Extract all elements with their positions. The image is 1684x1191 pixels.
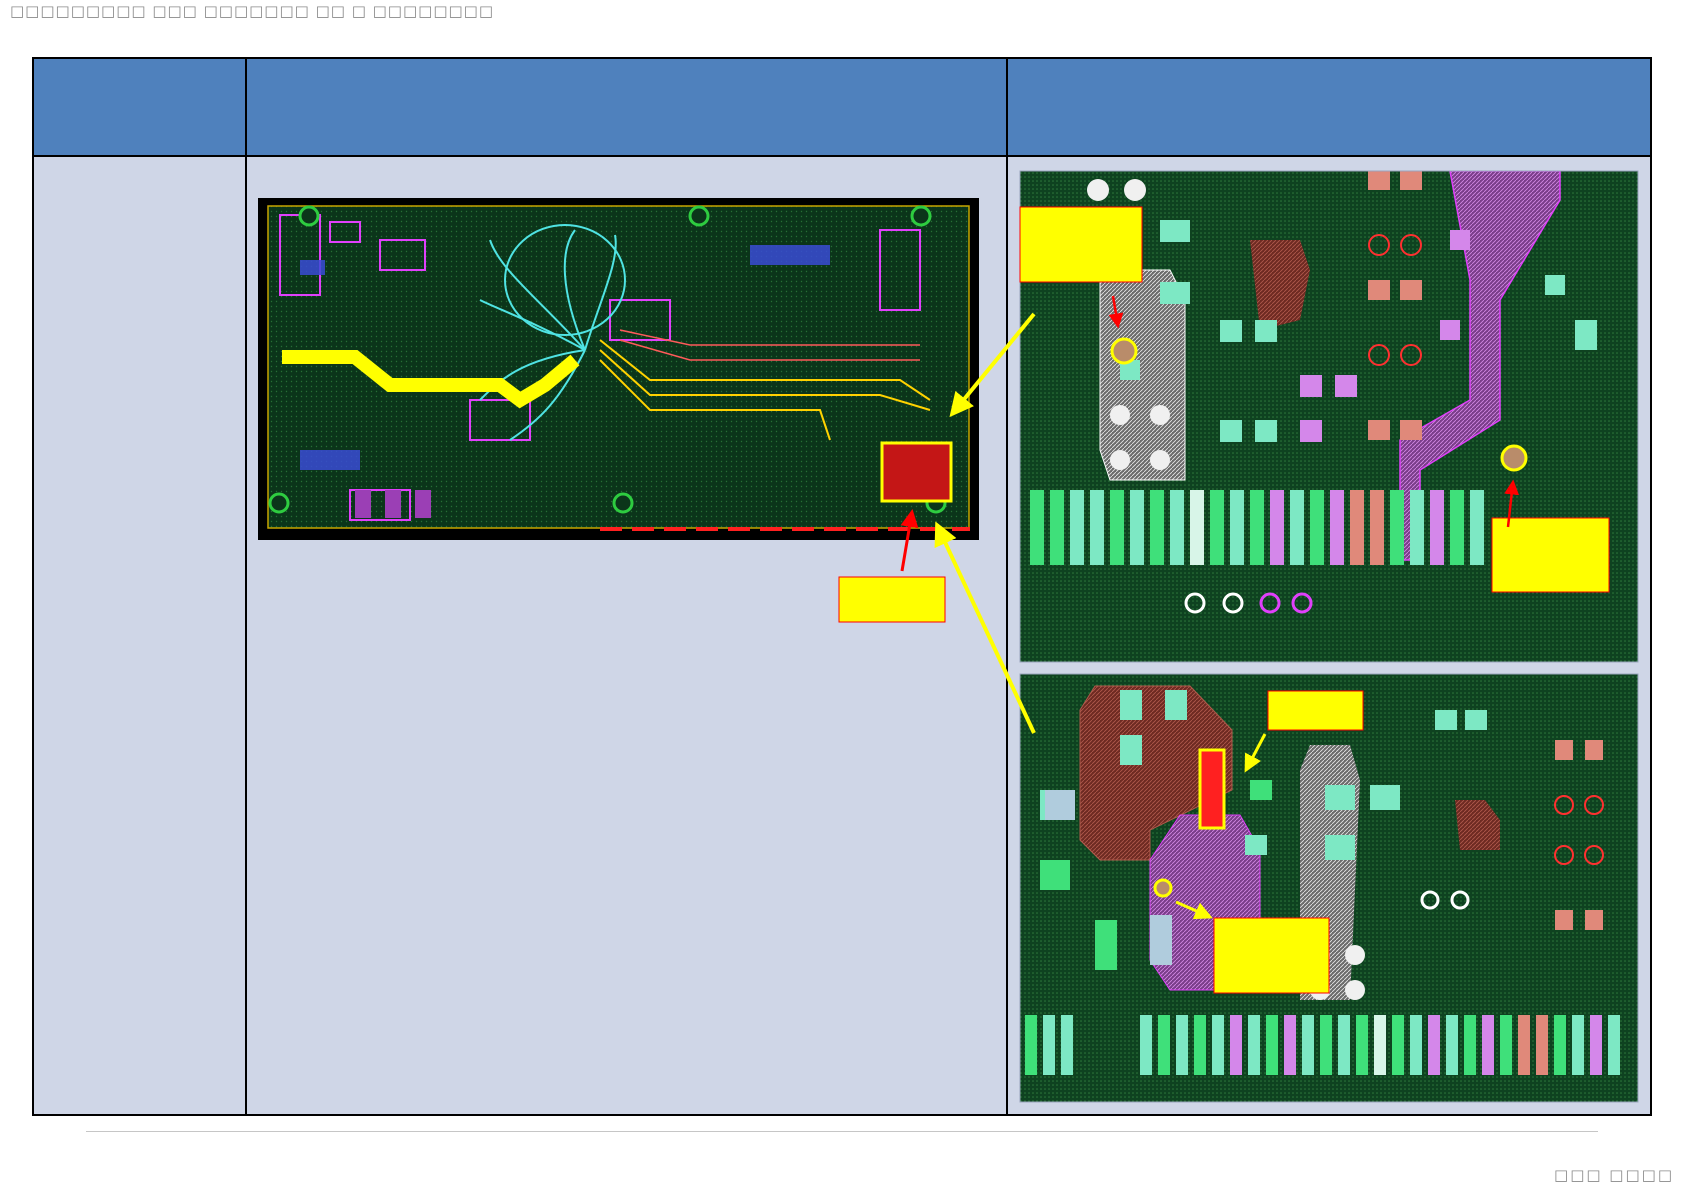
board-callout-label-box xyxy=(838,576,946,623)
pcb-board-overview-image xyxy=(258,198,979,540)
page-number: □□□ □□□□ xyxy=(1554,1166,1674,1184)
top-highlight-circle-left xyxy=(1110,337,1138,365)
zoom-link-arrow-bottom xyxy=(934,521,1036,734)
pcb-zoom-bottom-image xyxy=(1020,674,1638,1102)
pcb-figure-overlay xyxy=(258,170,1639,1103)
top-highlight-circle-right xyxy=(1500,444,1528,472)
top-left-callout-box xyxy=(1019,206,1143,283)
board-highlight-box xyxy=(880,441,953,503)
bottom-highlight-component xyxy=(1198,748,1226,830)
top-right-callout-box xyxy=(1491,517,1610,593)
bottom-highlight-circle xyxy=(1153,878,1173,898)
bottom-mid-callout-box xyxy=(1213,917,1330,994)
bottom-top-callout-box xyxy=(1267,690,1364,731)
footer-rule xyxy=(86,1131,1598,1132)
